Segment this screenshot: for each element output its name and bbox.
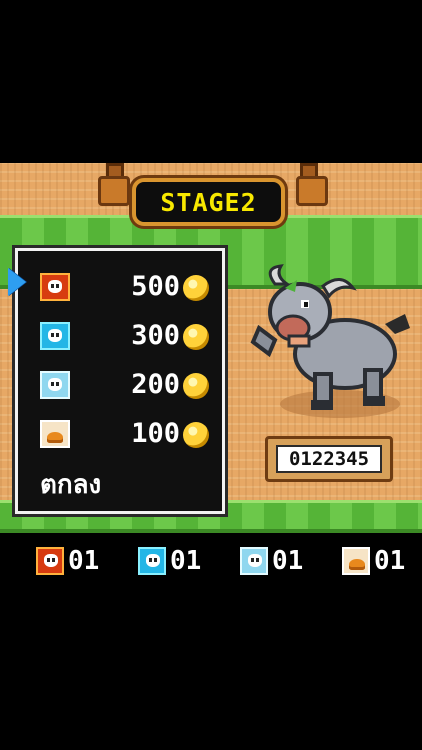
shop-item-price: 300 <box>131 320 180 351</box>
shop-item-grain[interactable]: 100 <box>18 414 222 454</box>
sign-bolt-right <box>296 176 328 206</box>
shop-menu: 500 300 200 100 ตกลง <box>15 248 225 514</box>
shop-item-price: 100 <box>131 418 180 449</box>
inventory-slot-fire: 01 <box>36 545 99 577</box>
stage-title: STAGE2 <box>160 187 257 217</box>
wind-skull-icon <box>240 547 268 575</box>
coin-icon <box>183 324 209 350</box>
grain-pile-icon <box>40 420 70 448</box>
confirm-button[interactable]: ตกลง <box>40 464 101 505</box>
score-value: 0122345 <box>288 448 370 470</box>
shop-item-wind[interactable]: 200 <box>18 365 222 405</box>
fire-skull-icon <box>36 547 64 575</box>
inventory-slot-grain: 01 <box>342 545 405 577</box>
shop-item-ice[interactable]: 300 <box>18 316 222 356</box>
shop-item-price: 500 <box>131 271 180 302</box>
selection-cursor-icon <box>8 268 26 296</box>
shop-item-price: 200 <box>131 369 180 400</box>
shop-item-fire[interactable]: 500 <box>18 267 222 307</box>
grain-pile-icon <box>342 547 370 575</box>
sign-bolt-left <box>98 176 130 206</box>
score-box: 0122345 <box>265 436 393 482</box>
coin-icon <box>183 373 209 399</box>
buffalo-character <box>250 264 410 418</box>
ice-skull-icon <box>40 322 70 350</box>
inventory-slot-ice: 01 <box>138 545 201 577</box>
inventory-count: 01 <box>68 546 100 576</box>
inventory-slot-wind: 01 <box>240 545 303 577</box>
fire-skull-icon <box>40 273 70 301</box>
coin-icon <box>183 422 209 448</box>
inventory-count: 01 <box>374 546 406 576</box>
inventory-count: 01 <box>170 546 202 576</box>
wind-skull-icon <box>40 371 70 399</box>
inventory-count: 01 <box>272 546 304 576</box>
coin-icon <box>183 275 209 301</box>
ice-skull-icon <box>138 547 166 575</box>
stage-sign: STAGE2 <box>132 178 285 226</box>
